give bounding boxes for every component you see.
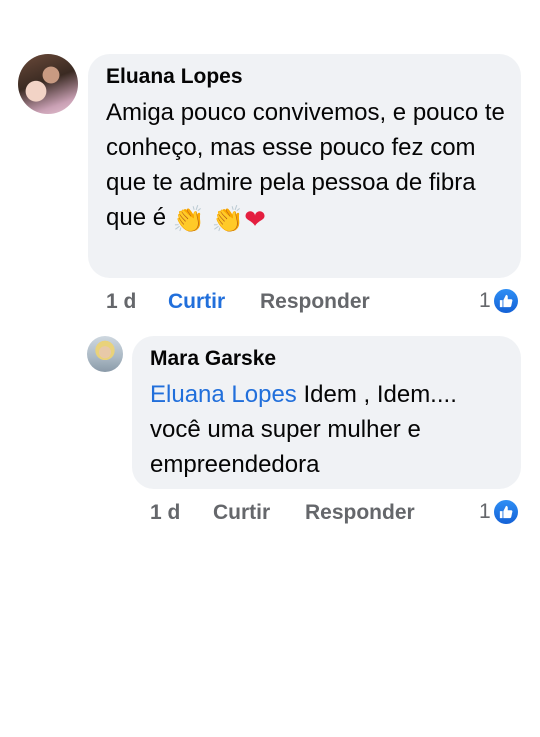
comment-timestamp[interactable]: 1 d (106, 290, 136, 314)
avatar-eluana-lopes[interactable] (18, 54, 78, 114)
reply-text: Eluana Lopes Idem , Idem.... você uma su… (150, 377, 510, 482)
comment-author[interactable]: Eluana Lopes (106, 65, 243, 89)
comment-text-content: Amiga pouco convivemos, e pouco te conhe… (106, 99, 505, 231)
reply-author[interactable]: Mara Garske (150, 347, 276, 371)
reaction-count: 1 (479, 289, 491, 312)
avatar-mara-garske[interactable] (87, 336, 123, 372)
comment-text: Amiga pouco convivemos, e pouco te conhe… (106, 95, 511, 235)
mention-link[interactable]: Eluana Lopes (150, 381, 297, 408)
reply-button[interactable]: Responder (260, 290, 370, 314)
reaction-summary[interactable]: 1 (479, 500, 518, 524)
like-button[interactable]: Curtir (213, 501, 270, 525)
reply-timestamp[interactable]: 1 d (150, 501, 180, 525)
reaction-count: 1 (479, 500, 491, 523)
like-button[interactable]: Curtir (168, 290, 225, 314)
like-thumb-icon (493, 500, 518, 524)
clapping-hands-emoji-icon: 👏 (211, 204, 245, 234)
reply-button[interactable]: Responder (305, 501, 415, 525)
red-heart-emoji-icon: ❤ (244, 204, 266, 234)
like-thumb-icon (493, 289, 518, 313)
clapping-hands-emoji-icon: 👏 (172, 204, 206, 234)
reaction-summary[interactable]: 1 (479, 289, 518, 313)
